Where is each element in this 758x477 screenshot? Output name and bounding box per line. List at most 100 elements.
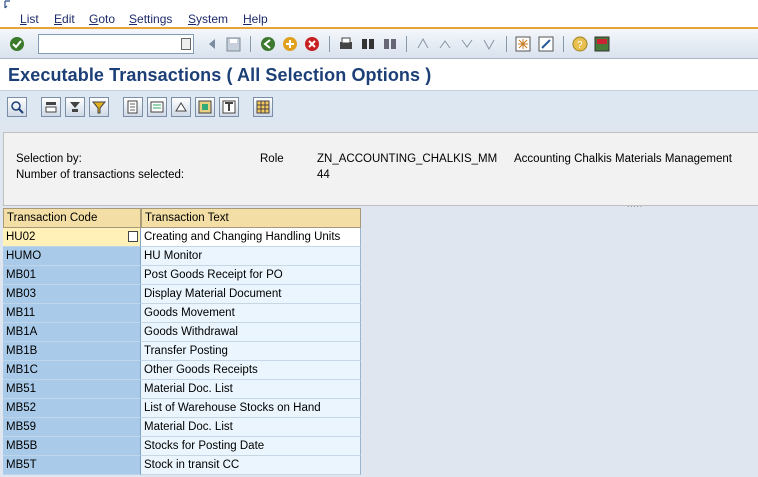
- menu-goto[interactable]: Goto: [89, 12, 115, 26]
- transaction-text-cell[interactable]: Stock in transit CC: [141, 456, 361, 475]
- print-preview-icon[interactable]: [123, 97, 143, 117]
- transaction-code-cell[interactable]: MB1B: [3, 342, 141, 361]
- sort-ascending-icon[interactable]: [41, 97, 61, 117]
- change-layout-icon[interactable]: [219, 97, 239, 117]
- table-row[interactable]: MB59 Material Doc. List: [3, 418, 361, 437]
- filter-icon[interactable]: [89, 97, 109, 117]
- find-next-icon[interactable]: [381, 35, 399, 53]
- previous-page-icon[interactable]: [436, 35, 454, 53]
- transaction-text-cell[interactable]: Other Goods Receipts: [141, 361, 361, 380]
- transaction-text-cell[interactable]: Transfer Posting: [141, 342, 361, 361]
- transaction-text-cell[interactable]: Creating and Changing Handling Units: [141, 228, 361, 247]
- table-row[interactable]: MB01 Post Goods Receipt for PO: [3, 266, 361, 285]
- menu-help[interactable]: Help: [243, 12, 268, 26]
- toolbar-separator: [506, 36, 507, 52]
- transaction-count-value: 44: [317, 169, 330, 181]
- select-layout-icon[interactable]: [253, 97, 273, 117]
- column-header-transaction-text[interactable]: Transaction Text: [141, 208, 361, 228]
- email-icon[interactable]: [171, 97, 191, 117]
- transaction-text-cell[interactable]: Material Doc. List: [141, 418, 361, 437]
- transactions-table: Transaction Code Transaction Text HU02 Cr…: [3, 208, 361, 475]
- menu-list[interactable]: List: [20, 12, 39, 26]
- shortcut-icon[interactable]: [537, 35, 555, 53]
- transaction-code: MB1B: [6, 345, 38, 357]
- transaction-code-cell[interactable]: MB11: [3, 304, 141, 323]
- column-header-transaction-code[interactable]: Transaction Code: [3, 208, 141, 228]
- table-row[interactable]: MB51 Material Doc. List: [3, 380, 361, 399]
- transaction-code-cell[interactable]: MB01: [3, 266, 141, 285]
- transaction-code: MB1A: [6, 326, 38, 338]
- exit-icon[interactable]: [281, 35, 299, 53]
- layout-menu-icon[interactable]: [593, 35, 611, 53]
- transaction-code: HU02: [6, 231, 36, 243]
- transaction-text-cell[interactable]: Display Material Document: [141, 285, 361, 304]
- system-menu-icon[interactable]: [4, 0, 16, 9]
- table-row[interactable]: HU02 Creating and Changing Handling Units: [3, 228, 361, 247]
- table-row[interactable]: HUMO HU Monitor: [3, 247, 361, 266]
- save-icon[interactable]: [224, 35, 242, 53]
- table-row[interactable]: MB1C Other Goods Receipts: [3, 361, 361, 380]
- command-field[interactable]: [38, 34, 194, 54]
- abc-analysis-icon[interactable]: [195, 97, 215, 117]
- transaction-text-cell[interactable]: Goods Withdrawal: [141, 323, 361, 342]
- export-icon[interactable]: [147, 97, 167, 117]
- table-row[interactable]: MB5B Stocks for Posting Date: [3, 437, 361, 456]
- transaction-text-cell[interactable]: Post Goods Receipt for PO: [141, 266, 361, 285]
- transaction-text-cell[interactable]: Material Doc. List: [141, 380, 361, 399]
- last-page-icon[interactable]: [480, 35, 498, 53]
- transaction-text-cell[interactable]: Stocks for Posting Date: [141, 437, 361, 456]
- toolbar-separator: [329, 36, 330, 52]
- table-row[interactable]: MB1B Transfer Posting: [3, 342, 361, 361]
- transaction-code: MB52: [6, 402, 37, 414]
- transaction-code-cell[interactable]: HU02: [3, 228, 141, 247]
- transaction-code-cell[interactable]: MB59: [3, 418, 141, 437]
- transaction-code: HUMO: [6, 250, 42, 262]
- table-row[interactable]: MB11 Goods Movement: [3, 304, 361, 323]
- toolbar-separator: [563, 36, 564, 52]
- next-page-icon[interactable]: [458, 35, 476, 53]
- menu-system[interactable]: System: [188, 12, 228, 26]
- role-description: Accounting Chalkis Materials Management: [514, 153, 732, 165]
- sort-descending-icon[interactable]: [65, 97, 85, 117]
- standard-toolbar: ?: [0, 29, 758, 59]
- transaction-code-cell[interactable]: MB03: [3, 285, 141, 304]
- transaction-count-label: Number of transactions selected:: [16, 169, 185, 181]
- table-row[interactable]: MB1A Goods Withdrawal: [3, 323, 361, 342]
- transaction-code: MB01: [6, 269, 37, 281]
- print-icon[interactable]: [337, 35, 355, 53]
- create-session-icon[interactable]: [514, 35, 532, 53]
- table-row[interactable]: MB52 List of Warehouse Stocks on Hand: [3, 399, 361, 418]
- transaction-code-cell[interactable]: MB5B: [3, 437, 141, 456]
- table-row[interactable]: MB5T Stock in transit CC: [3, 456, 361, 475]
- transaction-code-cell[interactable]: MB51: [3, 380, 141, 399]
- menu-edit[interactable]: Edit: [54, 12, 75, 26]
- transaction-text-cell[interactable]: List of Warehouse Stocks on Hand: [141, 399, 361, 418]
- transaction-code-cell[interactable]: MB1A: [3, 323, 141, 342]
- transaction-code: MB5B: [6, 440, 38, 452]
- help-icon[interactable]: ?: [571, 35, 589, 53]
- command-history-icon[interactable]: [181, 38, 191, 50]
- expand-command-icon[interactable]: [203, 35, 221, 53]
- list-header-panel: Selection by: Role ZN_ACCOUNTING_CHALKIS…: [3, 132, 758, 206]
- find-icon[interactable]: [359, 35, 377, 53]
- toolbar-separator: [250, 36, 251, 52]
- transaction-code-cell[interactable]: MB5T: [3, 456, 141, 475]
- transaction-code-cell[interactable]: HUMO: [3, 247, 141, 266]
- splitter-handle[interactable]: .....: [627, 200, 643, 209]
- title-bar: Executable Transactions ( All Selection …: [0, 60, 758, 90]
- transaction-code: MB59: [6, 421, 37, 433]
- transaction-text-cell[interactable]: Goods Movement: [141, 304, 361, 323]
- transaction-code-cell[interactable]: MB1C: [3, 361, 141, 380]
- table-row[interactable]: MB03 Display Material Document: [3, 285, 361, 304]
- first-page-icon[interactable]: [414, 35, 432, 53]
- cancel-icon[interactable]: [303, 35, 321, 53]
- details-icon[interactable]: [7, 97, 27, 117]
- value-help-icon[interactable]: [128, 231, 138, 242]
- transaction-code: MB1C: [6, 364, 38, 376]
- menu-settings[interactable]: Settings: [129, 12, 172, 26]
- enter-icon[interactable]: [8, 35, 26, 53]
- transaction-code-cell[interactable]: MB52: [3, 399, 141, 418]
- transaction-text-cell[interactable]: HU Monitor: [141, 247, 361, 266]
- page-title: Executable Transactions ( All Selection …: [8, 65, 432, 85]
- back-icon[interactable]: [259, 35, 277, 53]
